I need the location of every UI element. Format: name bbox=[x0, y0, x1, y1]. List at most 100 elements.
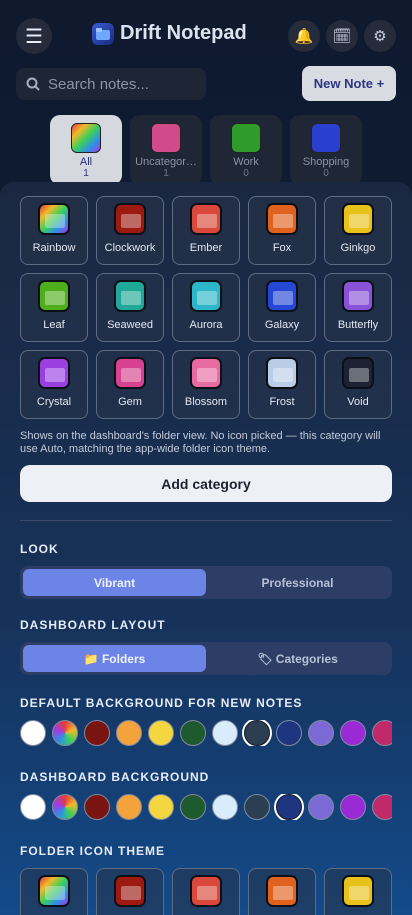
dashboard-bg-title: DASHBOARD BACKGROUND bbox=[20, 770, 210, 784]
color-swatch[interactable] bbox=[244, 720, 270, 746]
folder-icon bbox=[114, 875, 146, 907]
color-swatch[interactable] bbox=[148, 794, 174, 820]
new-note-button[interactable]: New Note + bbox=[302, 66, 396, 101]
folder-icon-option[interactable]: Aurora bbox=[172, 273, 240, 342]
color-swatch[interactable] bbox=[84, 720, 110, 746]
color-swatch[interactable] bbox=[276, 720, 302, 746]
dashboard-bg-swatches bbox=[20, 794, 392, 820]
color-swatch[interactable] bbox=[52, 720, 78, 746]
folder-icon bbox=[190, 203, 222, 235]
folder-icon-label: Ember bbox=[189, 242, 223, 254]
color-swatch[interactable] bbox=[340, 720, 366, 746]
category-tab-name: All bbox=[79, 156, 93, 168]
color-swatch[interactable] bbox=[308, 720, 334, 746]
folder-icon-option[interactable]: Leaf bbox=[20, 273, 88, 342]
folder-icon bbox=[38, 280, 70, 312]
color-swatch[interactable] bbox=[276, 794, 302, 820]
color-swatch[interactable] bbox=[212, 720, 238, 746]
folder-icon-option[interactable] bbox=[20, 868, 88, 915]
color-swatch[interactable] bbox=[84, 794, 110, 820]
folder-icon bbox=[190, 875, 222, 907]
folder-icon-option[interactable]: Rainbow bbox=[20, 196, 88, 265]
color-swatch[interactable] bbox=[180, 794, 206, 820]
color-swatch[interactable] bbox=[372, 720, 392, 746]
folder-icon-option[interactable]: Frost bbox=[248, 350, 316, 419]
color-swatch[interactable] bbox=[340, 794, 366, 820]
folder-icon-option[interactable]: Ember bbox=[172, 196, 240, 265]
folder-icon bbox=[311, 123, 341, 153]
folder-icon bbox=[71, 123, 101, 153]
calendar-button[interactable]: 🗓 bbox=[326, 20, 358, 52]
folder-icon bbox=[38, 357, 70, 389]
folder-icon-option[interactable]: Clockwork bbox=[96, 196, 164, 265]
folder-icon-option[interactable] bbox=[96, 868, 164, 915]
folder-icon bbox=[38, 875, 70, 907]
category-tab[interactable]: Uncategor… 1 bbox=[130, 115, 202, 185]
search-input[interactable] bbox=[48, 75, 198, 93]
folder-icon-grid: Rainbow Clockwork Ember Fox Ginkgo Leaf Seawee… bbox=[20, 196, 392, 419]
color-swatch[interactable] bbox=[20, 720, 46, 746]
color-swatch[interactable] bbox=[116, 720, 142, 746]
menu-button[interactable]: ☰ bbox=[16, 18, 52, 54]
folder-icon bbox=[151, 123, 181, 153]
color-swatch[interactable] bbox=[308, 794, 334, 820]
folder-icon-option[interactable] bbox=[172, 868, 240, 915]
folder-icon-option[interactable]: Void bbox=[324, 350, 392, 419]
folder-icon-label: Seaweed bbox=[107, 319, 153, 331]
category-tab-count: 1 bbox=[83, 168, 89, 179]
hamburger-icon: ☰ bbox=[25, 25, 43, 48]
category-tab[interactable]: All 1 bbox=[50, 115, 122, 185]
folder-icon bbox=[114, 203, 146, 235]
folder-icon bbox=[114, 357, 146, 389]
color-swatch[interactable] bbox=[372, 794, 392, 820]
app-title: Drift Notepad bbox=[92, 22, 247, 45]
look-option-vibrant[interactable]: Vibrant bbox=[23, 569, 206, 596]
color-swatch[interactable] bbox=[244, 794, 270, 820]
category-tab-count: 0 bbox=[243, 168, 249, 179]
app-title-text: Drift Notepad bbox=[120, 22, 247, 44]
folder-icon-theme-title: FOLDER ICON THEME bbox=[20, 844, 165, 858]
folder-icon bbox=[190, 280, 222, 312]
folder-icon-label: Butterfly bbox=[337, 319, 379, 331]
folder-icon-option[interactable] bbox=[248, 868, 316, 915]
search-icon bbox=[26, 77, 40, 91]
add-category-button[interactable]: Add category bbox=[20, 465, 392, 502]
folder-icon-option[interactable]: Gem bbox=[96, 350, 164, 419]
notifications-button[interactable]: 🔔 bbox=[288, 20, 320, 52]
color-swatch[interactable] bbox=[20, 794, 46, 820]
default-bg-swatches bbox=[20, 720, 392, 746]
layout-option-categories[interactable]: 🏷 Categories bbox=[206, 645, 389, 672]
color-swatch[interactable] bbox=[148, 720, 174, 746]
layout-option-folders[interactable]: 📁 Folders bbox=[23, 645, 206, 672]
folder-icon-label: Clockwork bbox=[104, 242, 156, 254]
folder-icon-label: Galaxy bbox=[264, 319, 300, 331]
folder-icon-option[interactable]: Galaxy bbox=[248, 273, 316, 342]
look-title: LOOK bbox=[20, 542, 59, 556]
folder-icon-label: Gem bbox=[118, 396, 142, 408]
folder-icon-option[interactable]: Seaweed bbox=[96, 273, 164, 342]
folder-icon bbox=[231, 123, 261, 153]
color-swatch[interactable] bbox=[180, 720, 206, 746]
folder-icon-label: Aurora bbox=[189, 319, 223, 331]
color-swatch[interactable] bbox=[116, 794, 142, 820]
look-option-professional[interactable]: Professional bbox=[206, 569, 389, 596]
folder-icon-option[interactable]: Crystal bbox=[20, 350, 88, 419]
category-tab-name: Work bbox=[233, 156, 259, 168]
category-tab-name: Uncategor… bbox=[135, 156, 197, 168]
folder-icon-label: Rainbow bbox=[32, 242, 76, 254]
folder-icon-option[interactable]: Ginkgo bbox=[324, 196, 392, 265]
folder-icon bbox=[190, 357, 222, 389]
search-box[interactable] bbox=[16, 68, 206, 100]
category-tab-count: 1 bbox=[163, 168, 169, 179]
category-tab[interactable]: Shopping 0 bbox=[290, 115, 362, 185]
settings-button[interactable]: ⚙ bbox=[364, 20, 396, 52]
folder-icon bbox=[342, 357, 374, 389]
folder-icon-option[interactable] bbox=[324, 868, 392, 915]
folder-icon-option[interactable]: Fox bbox=[248, 196, 316, 265]
color-swatch[interactable] bbox=[212, 794, 238, 820]
color-swatch[interactable] bbox=[52, 794, 78, 820]
folder-icon-option[interactable]: Blossom bbox=[172, 350, 240, 419]
folder-icon bbox=[114, 280, 146, 312]
category-tab[interactable]: Work 0 bbox=[210, 115, 282, 185]
folder-icon-option[interactable]: Butterfly bbox=[324, 273, 392, 342]
